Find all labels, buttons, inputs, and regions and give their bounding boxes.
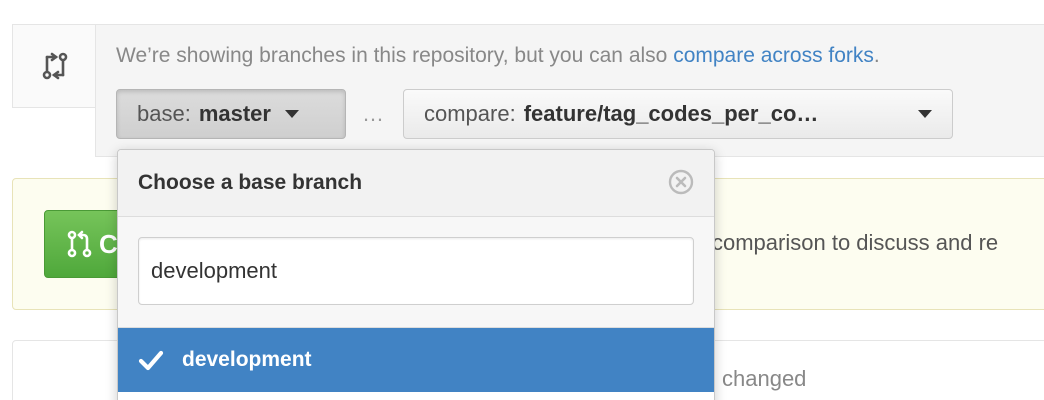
compare-branch-button[interactable]: compare: feature/tag_codes_per_co… [403,89,953,139]
compare-page: We’re showing branches in this repositor… [0,0,1044,400]
compare-prefix: compare: [424,101,516,126]
files-changed-text: changed [722,366,807,391]
caret-down-icon [918,110,932,118]
base-prefix: base: [137,101,191,126]
compare-across-forks-link[interactable]: compare across forks [673,44,874,67]
branch-filter-input[interactable] [138,237,694,305]
close-circle-icon[interactable] [668,169,694,195]
range-notice: We’re showing branches in this repositor… [116,44,880,68]
notice-end: . [873,44,880,67]
base-branch-dropdown: Choose a base branch development [117,149,715,400]
range-separator: … [362,101,384,126]
branch-item-label: development [182,348,312,371]
compare-range-panel: We’re showing branches in this repositor… [95,24,1044,157]
base-branch-button[interactable]: base: master [116,89,346,139]
dropdown-header: Choose a base branch [118,150,714,217]
check-icon [138,350,164,371]
branch-list-item[interactable]: development [118,328,714,392]
notice-text: We’re showing branches in this repositor… [116,44,674,67]
caret-down-icon [284,110,299,118]
compare-branch-name: feature/tag_codes_per_co… [523,101,819,126]
git-compare-icon [42,52,67,80]
dropdown-title: Choose a base branch [138,171,363,194]
base-branch-name: master [198,101,271,126]
pull-request-icon [67,230,92,258]
dropdown-filter [118,217,714,328]
create-button-label: C [99,228,118,259]
flash-text: comparison to discuss and re [712,230,999,255]
compare-icon-box [12,24,96,108]
